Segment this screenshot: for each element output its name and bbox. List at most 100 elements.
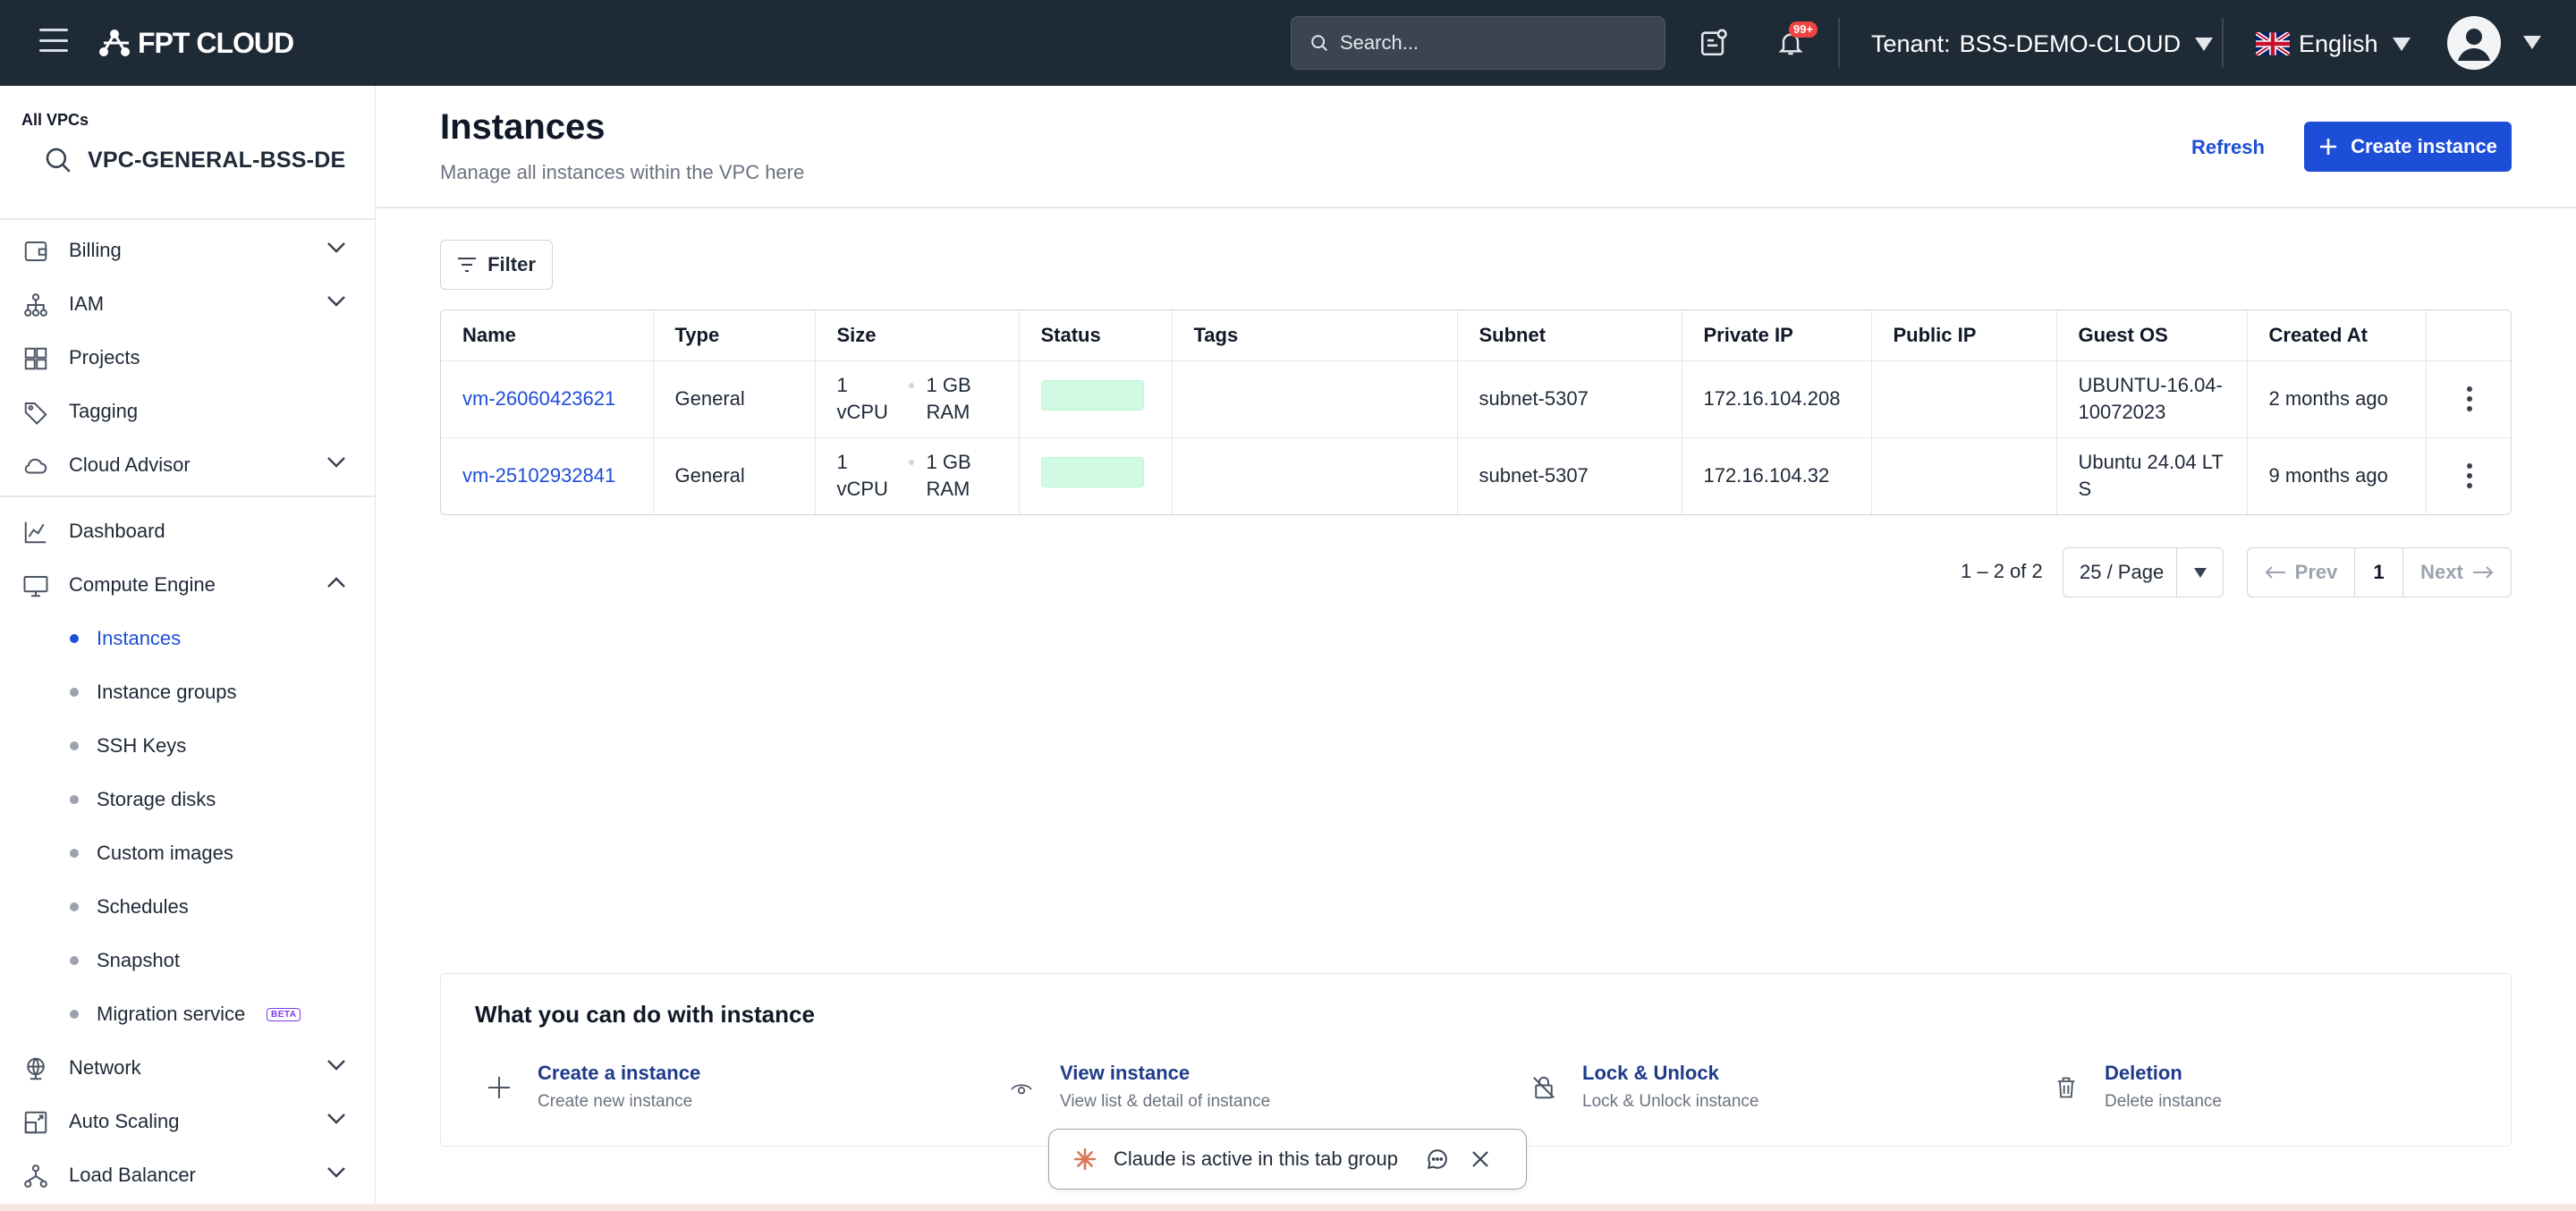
sidebar-item-tagging[interactable]: Tagging <box>0 386 375 436</box>
table-header-row: Name Type Size Status Tags Subnet Privat… <box>441 310 2511 361</box>
language-selector[interactable]: English <box>2256 29 2411 59</box>
sidebar-item-custom-images[interactable]: Custom images <box>0 828 375 878</box>
sidebar-item-instance-groups[interactable]: Instance groups <box>0 667 375 717</box>
cloud-icon <box>21 452 50 480</box>
filter-label: Filter <box>487 253 536 275</box>
divider <box>377 207 2576 208</box>
sidebar-item-label: Projects <box>69 346 140 368</box>
logo-mark-icon <box>99 30 130 56</box>
cell-guest-os: UBUNTU-16.04-10072023 <box>2056 360 2248 438</box>
action-title[interactable]: Lock & Unlock <box>1582 1062 1759 1085</box>
cell-private-ip: 172.16.104.32 <box>1682 437 1872 514</box>
size-ram: 1 GB RAM <box>926 374 971 423</box>
separator-dot-icon <box>908 460 914 466</box>
sidebar-item-load-balancer[interactable]: Load Balancer <box>0 1150 375 1200</box>
page-number-button[interactable]: 1 <box>2355 548 2403 597</box>
sidebar-item-network[interactable]: Network <box>0 1043 375 1093</box>
fpt-cloud-logo[interactable]: FPT CLOUD <box>97 23 294 63</box>
column-header-status[interactable]: Status <box>1019 310 1173 361</box>
sidebar-item-label: Network <box>69 1056 141 1079</box>
table-row[interactable]: vm-25102932841 General 1 vCPU 1 GB RAM su… <box>441 437 2511 514</box>
panel-title: What you can do with instance <box>475 1001 815 1028</box>
refresh-button[interactable]: Refresh <box>2191 132 2265 163</box>
tenant-selector[interactable]: Tenant: BSS-DEMO-CLOUD <box>1871 29 2214 59</box>
column-header-type[interactable]: Type <box>653 310 816 361</box>
caret-down-icon[interactable] <box>2177 567 2223 578</box>
logo-text: FPT CLOUD <box>138 26 294 59</box>
action-title[interactable]: Deletion <box>2105 1062 2222 1085</box>
search-input[interactable] <box>1340 31 1644 55</box>
vpc-selector[interactable]: VPC-GENERAL-BSS-DE <box>43 145 345 175</box>
page-title: Instances <box>440 107 606 147</box>
action-create-instance[interactable]: Create a instance Create new instance <box>484 1062 700 1112</box>
column-header-created-at[interactable]: Created At <box>2247 310 2427 361</box>
sidebar-item-label: Dashboard <box>69 520 165 542</box>
sidebar-item-migration-service[interactable]: Migration service BETA <box>0 989 375 1039</box>
global-search[interactable] <box>1291 16 1665 70</box>
action-lock-unlock[interactable]: Lock & Unlock Lock & Unlock instance <box>1529 1062 1759 1112</box>
column-header-guest-os[interactable]: Guest OS <box>2056 310 2248 361</box>
more-options-icon[interactable] <box>2448 386 2492 411</box>
sidebar-item-projects[interactable]: Projects <box>0 333 375 383</box>
instance-link[interactable]: vm-25102932841 <box>462 464 615 487</box>
caret-down-icon <box>2392 37 2411 51</box>
sidebar-item-billing[interactable]: Billing <box>0 225 375 275</box>
bullet-icon <box>70 795 79 804</box>
cell-tags <box>1172 360 1458 438</box>
table-row[interactable]: vm-26060423621 General 1 vCPU 1 GB RAM su… <box>441 360 2511 438</box>
next-page-button[interactable]: Next <box>2403 548 2511 597</box>
user-avatar[interactable] <box>2447 16 2501 70</box>
create-instance-button[interactable]: Create instance <box>2304 122 2512 172</box>
status-badge <box>1040 380 1144 411</box>
sidebar-item-storage-disks[interactable]: Storage disks <box>0 775 375 825</box>
sidebar-subitem-label: Storage disks <box>97 788 216 810</box>
chevron-down-icon <box>327 1060 345 1071</box>
column-header-private-ip[interactable]: Private IP <box>1682 310 1872 361</box>
column-header-public-ip[interactable]: Public IP <box>1871 310 2057 361</box>
column-header-name[interactable]: Name <box>441 310 654 361</box>
chevron-down-icon <box>327 1167 345 1178</box>
column-header-size[interactable]: Size <box>815 310 1020 361</box>
load-balancer-icon <box>21 1162 50 1190</box>
filter-button[interactable]: Filter <box>440 240 553 290</box>
sidebar-item-snapshot[interactable]: Snapshot <box>0 936 375 986</box>
sidebar-item-instances[interactable]: Instances <box>0 614 375 664</box>
size-cpu: 1 vCPU <box>836 374 888 423</box>
caret-down-icon[interactable] <box>2523 36 2541 49</box>
close-icon[interactable] <box>1466 1145 1495 1173</box>
instance-link[interactable]: vm-26060423621 <box>462 387 615 410</box>
action-title[interactable]: Create a instance <box>538 1062 700 1085</box>
grid-icon <box>21 344 50 373</box>
uk-flag-icon <box>2256 32 2290 55</box>
sidebar: All VPCs VPC-GENERAL-BSS-DE Billing IAM … <box>0 86 376 1211</box>
filter-icon <box>458 258 477 272</box>
action-view-instance[interactable]: View instance View list & detail of insta… <box>1006 1062 1270 1112</box>
cell-private-ip: 172.16.104.208 <box>1682 360 1872 438</box>
action-deletion[interactable]: Deletion Delete instance <box>2051 1062 2222 1112</box>
sidebar-item-ssh-keys[interactable]: SSH Keys <box>0 721 375 771</box>
task-list-icon[interactable] <box>1696 25 1732 61</box>
column-header-tags[interactable]: Tags <box>1172 310 1458 361</box>
sidebar-item-dashboard[interactable]: Dashboard <box>0 506 375 556</box>
action-subtitle: View list & detail of instance <box>1060 1092 1271 1111</box>
chat-icon[interactable] <box>1423 1145 1452 1173</box>
pagination: Prev 1 Next <box>2247 547 2512 597</box>
sidebar-subitem-label: Schedules <box>97 895 189 918</box>
more-options-icon[interactable] <box>2448 463 2492 489</box>
sidebar-item-iam[interactable]: IAM <box>0 279 375 329</box>
window-bottom-edge <box>0 1204 2576 1211</box>
prev-label: Prev <box>2294 561 2338 583</box>
sidebar-item-auto-scaling[interactable]: Auto Scaling <box>0 1097 375 1147</box>
column-header-subnet[interactable]: Subnet <box>1457 310 1682 361</box>
monitor-icon <box>21 572 50 600</box>
prev-page-button[interactable]: Prev <box>2248 548 2355 597</box>
sidebar-item-compute-engine[interactable]: Compute Engine <box>0 560 375 610</box>
page-size-select[interactable]: 25 / Page <box>2063 547 2224 597</box>
cell-created-at: 2 months ago <box>2247 360 2427 438</box>
notification-bell[interactable]: 99+ <box>1773 21 1818 61</box>
menu-icon[interactable] <box>39 29 68 52</box>
sidebar-item-schedules[interactable]: Schedules <box>0 882 375 932</box>
sidebar-item-cloud-advisor[interactable]: Cloud Advisor <box>0 440 375 490</box>
size-cpu: 1 vCPU <box>836 451 888 501</box>
action-title[interactable]: View instance <box>1060 1062 1270 1085</box>
